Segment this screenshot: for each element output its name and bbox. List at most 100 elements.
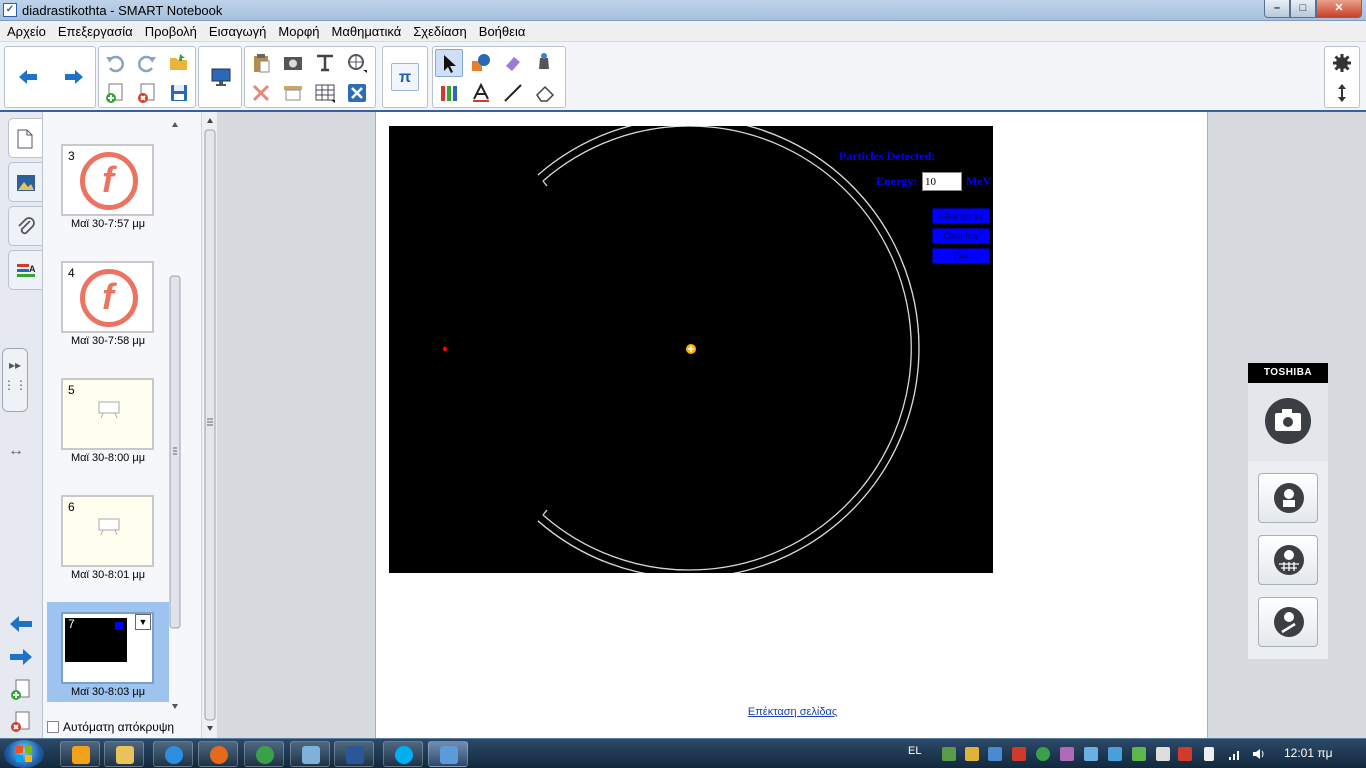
autohide-option[interactable]: Αυτόματη απόκρυψη	[47, 720, 174, 734]
add-page-icon	[106, 83, 123, 103]
open-file-button[interactable]	[165, 49, 193, 77]
taskbar-media-player[interactable]	[60, 741, 100, 767]
tray-dropbox-icon[interactable]	[1108, 747, 1122, 761]
webcam-video-button[interactable]	[1258, 473, 1318, 523]
tab-attachments[interactable]	[8, 206, 42, 246]
move-toolbar-button[interactable]	[1328, 79, 1356, 107]
tray-sync-icon[interactable]	[988, 747, 1002, 761]
delete-button[interactable]	[247, 79, 275, 107]
tab-gallery[interactable]	[8, 162, 42, 202]
tray-shield-icon[interactable]	[965, 747, 979, 761]
menu-view[interactable]: Προβολή	[140, 21, 202, 42]
taskbar-smart-notebook[interactable]	[428, 741, 468, 767]
tab-page-sorter[interactable]	[8, 118, 42, 158]
settings-button[interactable]	[1328, 49, 1356, 77]
tab-properties[interactable]: A	[8, 250, 42, 290]
tray-network-adapter-icon[interactable]	[942, 747, 956, 761]
autohide-checkbox[interactable]	[47, 721, 59, 733]
add-page-button[interactable]	[101, 79, 129, 107]
clock[interactable]: 12:01 πμ	[1284, 746, 1333, 760]
webcam-edit-button[interactable]	[1258, 597, 1318, 647]
tray-pdf-icon[interactable]	[1012, 747, 1026, 761]
next-page-side-button[interactable]	[8, 647, 36, 671]
clear-tracks-button[interactable]: Clear tracks	[932, 208, 990, 224]
delete-page-button[interactable]	[133, 79, 161, 107]
redo-button[interactable]	[133, 49, 161, 77]
tray-app-icon[interactable]	[1060, 747, 1074, 761]
panel-splitter[interactable]	[201, 112, 217, 738]
page-thumbnail[interactable]: 6	[61, 495, 154, 567]
taskbar-internet-explorer[interactable]	[153, 741, 193, 767]
camera-widget: TOSHIBA	[1248, 363, 1328, 659]
autohide-label: Αυτόματη απόκρυψη	[63, 720, 175, 734]
page-thumbnail[interactable]: f 3	[61, 144, 154, 216]
select-tool-button[interactable]	[435, 49, 463, 77]
shapes-tool-button[interactable]	[467, 49, 495, 77]
maximize-button[interactable]: □	[1290, 0, 1316, 18]
tray-camera-icon[interactable]	[1084, 747, 1098, 761]
add-page-side-button[interactable]	[8, 678, 36, 702]
screen-capture-button[interactable]	[279, 49, 307, 77]
webcam-settings-button[interactable]	[1258, 535, 1318, 585]
table-button[interactable]	[311, 79, 339, 107]
minimize-button[interactable]: –	[1264, 0, 1290, 18]
menu-math[interactable]: Μαθηματικά	[327, 21, 407, 42]
smart-notebook-icon[interactable]: ✓	[3, 3, 17, 17]
menu-file[interactable]: Αρχείο	[2, 21, 51, 42]
start-button[interactable]	[4, 740, 44, 768]
next-page-button[interactable]	[60, 63, 88, 91]
arrow-right-icon	[10, 649, 32, 665]
fire-button[interactable]: Fire	[932, 248, 990, 264]
tray-check-icon[interactable]	[1132, 747, 1146, 761]
page-thumbnail[interactable]: 5	[61, 378, 154, 450]
paste-button[interactable]	[247, 49, 275, 77]
pens-tool-button[interactable]	[435, 79, 463, 107]
previous-page-side-button[interactable]	[8, 614, 36, 638]
horizontal-resize-icon[interactable]: ↔	[8, 442, 24, 460]
magic-pen-button[interactable]	[499, 49, 527, 77]
page-thumbnail[interactable]: f 4	[61, 261, 154, 333]
tray-device-icon[interactable]	[1156, 747, 1170, 761]
taskbar-word[interactable]	[334, 741, 374, 767]
menu-format[interactable]: Μορφή	[273, 21, 324, 42]
menu-draw[interactable]: Σχεδίαση	[408, 21, 472, 42]
page-menu-dropdown[interactable]: ▼	[135, 614, 151, 630]
math-tools-button[interactable]: π	[391, 63, 419, 91]
line-tool-button[interactable]	[499, 79, 527, 107]
taskbar-explorer[interactable]	[104, 741, 144, 767]
particle-simulation[interactable]: Particles Detected: Energy: MeV Clear tr…	[389, 126, 993, 573]
menu-edit[interactable]: Επεξεργασία	[53, 21, 138, 42]
camera-icon[interactable]	[1264, 397, 1312, 445]
clear-hits-button[interactable]: Clear hits	[932, 228, 990, 244]
eraser-tool-button[interactable]	[531, 79, 559, 107]
taskbar-skype[interactable]	[383, 741, 423, 767]
taskbar-utorrent[interactable]	[244, 741, 284, 767]
action-center-flag-icon[interactable]	[1204, 747, 1214, 761]
taskbar-network-app[interactable]	[290, 741, 330, 767]
signal-strength-icon[interactable]	[1228, 747, 1242, 761]
extend-page-link[interactable]: Επέκταση σελίδας	[376, 706, 1209, 718]
volume-icon[interactable]	[1252, 747, 1266, 761]
add-ons-drawer-handle[interactable]: ▸▸ ⋮⋮	[2, 348, 28, 412]
delete-page-side-button[interactable]	[8, 710, 36, 738]
close-button[interactable]: ✕	[1316, 0, 1362, 18]
save-button[interactable]	[165, 79, 193, 107]
menu-insert[interactable]: Εισαγωγή	[204, 21, 271, 42]
undo-button[interactable]	[101, 49, 129, 77]
display-screen-button[interactable]	[207, 63, 235, 91]
screen-shade-button[interactable]	[279, 79, 307, 107]
energy-input[interactable]	[922, 172, 962, 191]
page-thumbnail-selected[interactable]: 7 ▼	[61, 612, 154, 684]
sorter-scrollbar[interactable]	[169, 116, 181, 710]
text-tool-button[interactable]	[467, 79, 495, 107]
tray-warning-icon[interactable]	[1178, 747, 1192, 761]
text-tool-insert-button[interactable]	[311, 49, 339, 77]
tray-utorrent-icon[interactable]	[1036, 747, 1050, 761]
gallery-button[interactable]	[343, 49, 371, 77]
fill-tool-button[interactable]	[531, 49, 559, 77]
taskbar-firefox[interactable]	[198, 741, 238, 767]
language-indicator[interactable]: EL	[908, 745, 921, 757]
close-toolbar-button[interactable]	[343, 79, 371, 107]
menu-help[interactable]: Βοήθεια	[474, 21, 531, 42]
previous-page-button[interactable]	[14, 63, 42, 91]
